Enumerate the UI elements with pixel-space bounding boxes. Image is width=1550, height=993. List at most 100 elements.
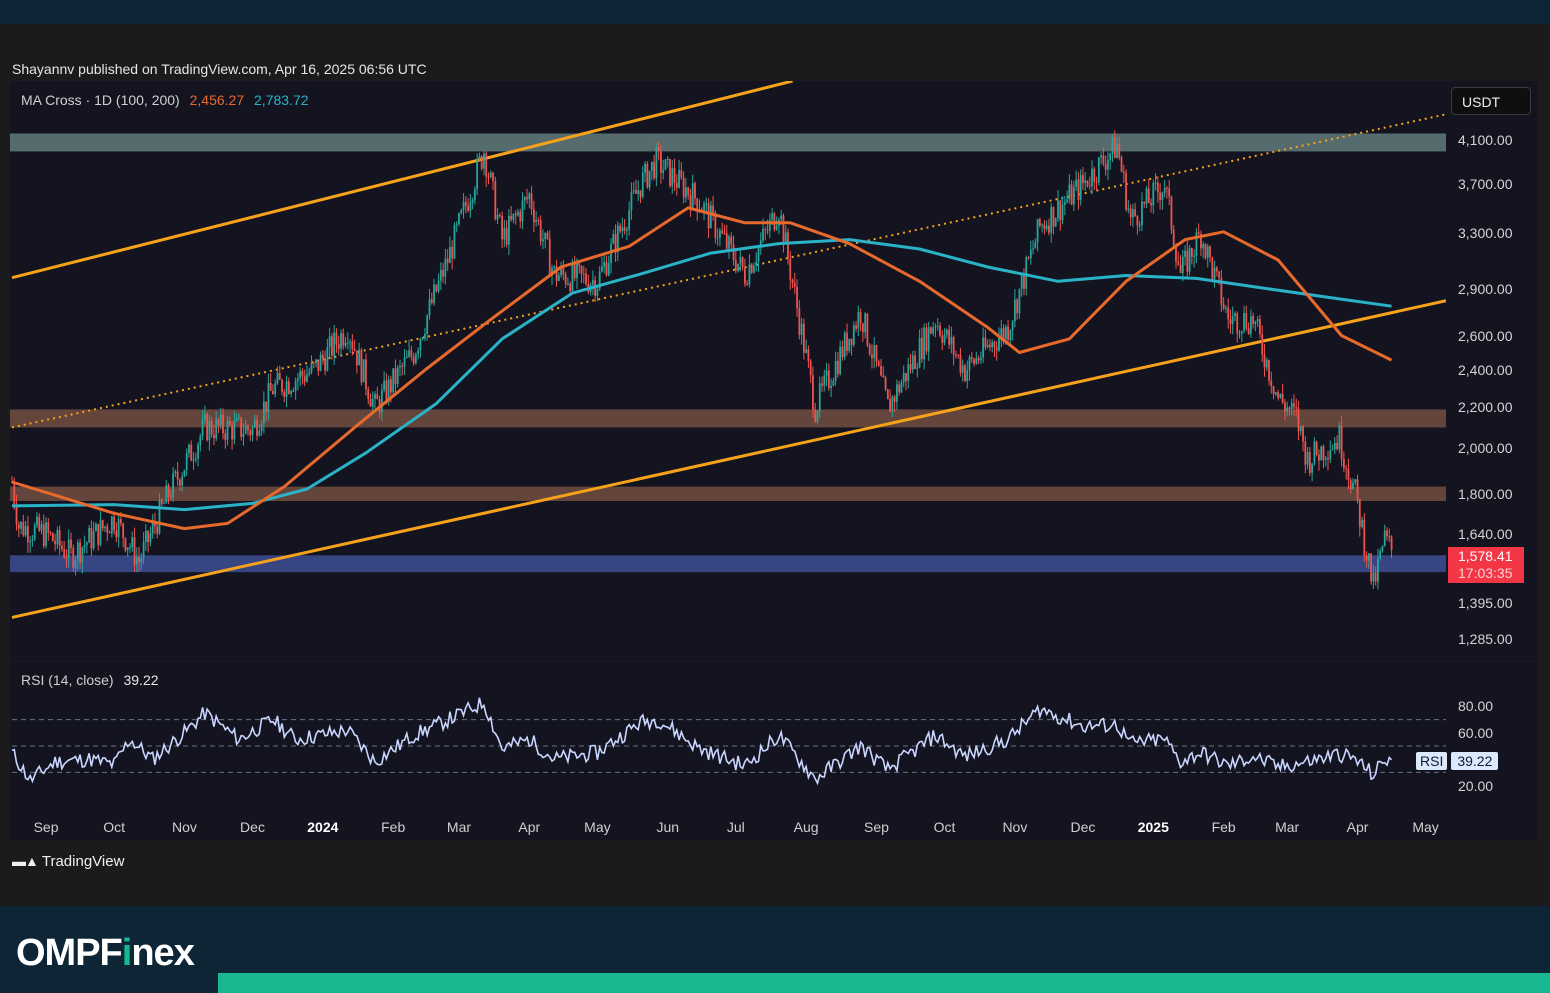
candle-body xyxy=(192,459,195,461)
candle-body xyxy=(446,258,449,264)
candle-body xyxy=(1259,319,1261,335)
candle-body xyxy=(868,345,871,355)
candle-body xyxy=(1252,316,1255,324)
candle-body xyxy=(331,336,333,356)
candle-body xyxy=(646,163,649,188)
candle-body xyxy=(1284,402,1286,412)
candle-body xyxy=(301,370,304,377)
ma200-line[interactable] xyxy=(11,238,1392,512)
candle-body xyxy=(1084,180,1087,183)
price-tick-label: 2,200.00 xyxy=(1458,399,1513,416)
candle-body xyxy=(439,269,442,281)
candle-body xyxy=(637,190,640,194)
candle-body xyxy=(61,545,63,549)
candle-body xyxy=(580,265,583,274)
candle-body xyxy=(210,420,213,435)
candle-body xyxy=(1109,153,1112,161)
candle-body xyxy=(405,356,408,358)
candle-body xyxy=(1152,182,1155,206)
candle-body xyxy=(830,385,833,389)
candle-body xyxy=(975,358,978,364)
candle-body xyxy=(206,414,209,441)
candle-body xyxy=(539,220,542,242)
candle-body xyxy=(480,156,483,169)
candle-body xyxy=(1254,321,1257,324)
candle-body xyxy=(188,444,190,454)
candle-body xyxy=(108,532,111,534)
time-tick-label: Nov xyxy=(1002,819,1028,835)
candle-body xyxy=(920,338,923,360)
candle-body xyxy=(1211,257,1214,279)
candle-body xyxy=(492,172,494,182)
candle-body xyxy=(430,299,433,304)
candle-body xyxy=(1225,307,1227,309)
candle-body xyxy=(873,345,876,359)
candle-body xyxy=(453,225,456,259)
candle-body xyxy=(1057,200,1059,219)
rsi-tick-label: 20.00 xyxy=(1458,777,1494,794)
time-tick-label: Oct xyxy=(103,819,125,835)
candle-body xyxy=(1120,157,1123,172)
candle-body xyxy=(807,349,810,361)
candle-body xyxy=(349,341,351,343)
candle-body xyxy=(1270,380,1273,387)
candle-body xyxy=(367,389,370,400)
last-price: 1,578.41 xyxy=(1458,548,1513,564)
zone-1[interactable] xyxy=(10,409,1446,428)
zone-0[interactable] xyxy=(10,133,1446,152)
candle-body xyxy=(276,372,279,384)
candle-body xyxy=(916,367,919,369)
candle-body xyxy=(523,197,526,201)
rsi-line[interactable] xyxy=(11,697,1393,786)
candle-body xyxy=(623,227,626,231)
candle-body xyxy=(832,380,835,386)
candle-body xyxy=(1377,558,1379,582)
candle-body xyxy=(31,539,34,541)
currency-button[interactable]: USDT xyxy=(1451,87,1531,115)
candle-body xyxy=(1304,441,1307,465)
rsi-legend[interactable]: RSI (14, close) 39.22 xyxy=(21,672,159,688)
channel-line-solid-0[interactable] xyxy=(11,81,793,280)
candle-body xyxy=(1034,242,1037,249)
candle-body xyxy=(743,267,746,284)
candle-body xyxy=(528,193,531,200)
candle-body xyxy=(287,381,290,394)
candle-body xyxy=(172,473,174,498)
candle-body xyxy=(1215,267,1218,272)
candle-body xyxy=(101,520,104,529)
channel-line-dotted-2[interactable] xyxy=(11,113,1446,429)
candle-body xyxy=(780,215,783,220)
candle-body xyxy=(45,522,47,546)
zone-2[interactable] xyxy=(10,486,1446,501)
candle-body xyxy=(852,325,855,345)
time-tick-label: Mar xyxy=(1275,819,1300,835)
candle-body xyxy=(998,337,1000,351)
candle-body xyxy=(573,263,576,279)
candle-body xyxy=(1113,137,1116,158)
chart-canvas[interactable] xyxy=(0,0,1550,993)
candle-body xyxy=(918,338,921,368)
candle-body xyxy=(181,476,184,486)
candle-body xyxy=(95,524,97,532)
candle-body xyxy=(653,161,656,179)
time-tick-label: 2025 xyxy=(1137,819,1169,835)
candle-body xyxy=(213,434,215,439)
candle-body xyxy=(1322,446,1325,460)
candle-body xyxy=(1002,328,1005,339)
price-tick-label: 1,640.00 xyxy=(1458,525,1513,542)
candle-body xyxy=(1118,143,1121,158)
candle-body xyxy=(671,168,674,187)
candle-body xyxy=(630,191,633,211)
candle-body xyxy=(1234,313,1236,317)
candle-body xyxy=(1041,224,1044,226)
candle-body xyxy=(1299,426,1302,432)
candle-body xyxy=(517,211,519,216)
candle-body xyxy=(635,190,637,194)
candle-body xyxy=(113,516,116,531)
candle-body xyxy=(1122,171,1125,173)
candle-body xyxy=(442,269,445,277)
candle-body xyxy=(242,433,245,437)
candle-body xyxy=(498,214,501,217)
ma-cross-legend[interactable]: MA Cross · 1D (100, 200) 2,456.27 2,783.… xyxy=(21,92,309,108)
tradingview-logo[interactable]: ▬▲ TradingView xyxy=(12,853,124,870)
